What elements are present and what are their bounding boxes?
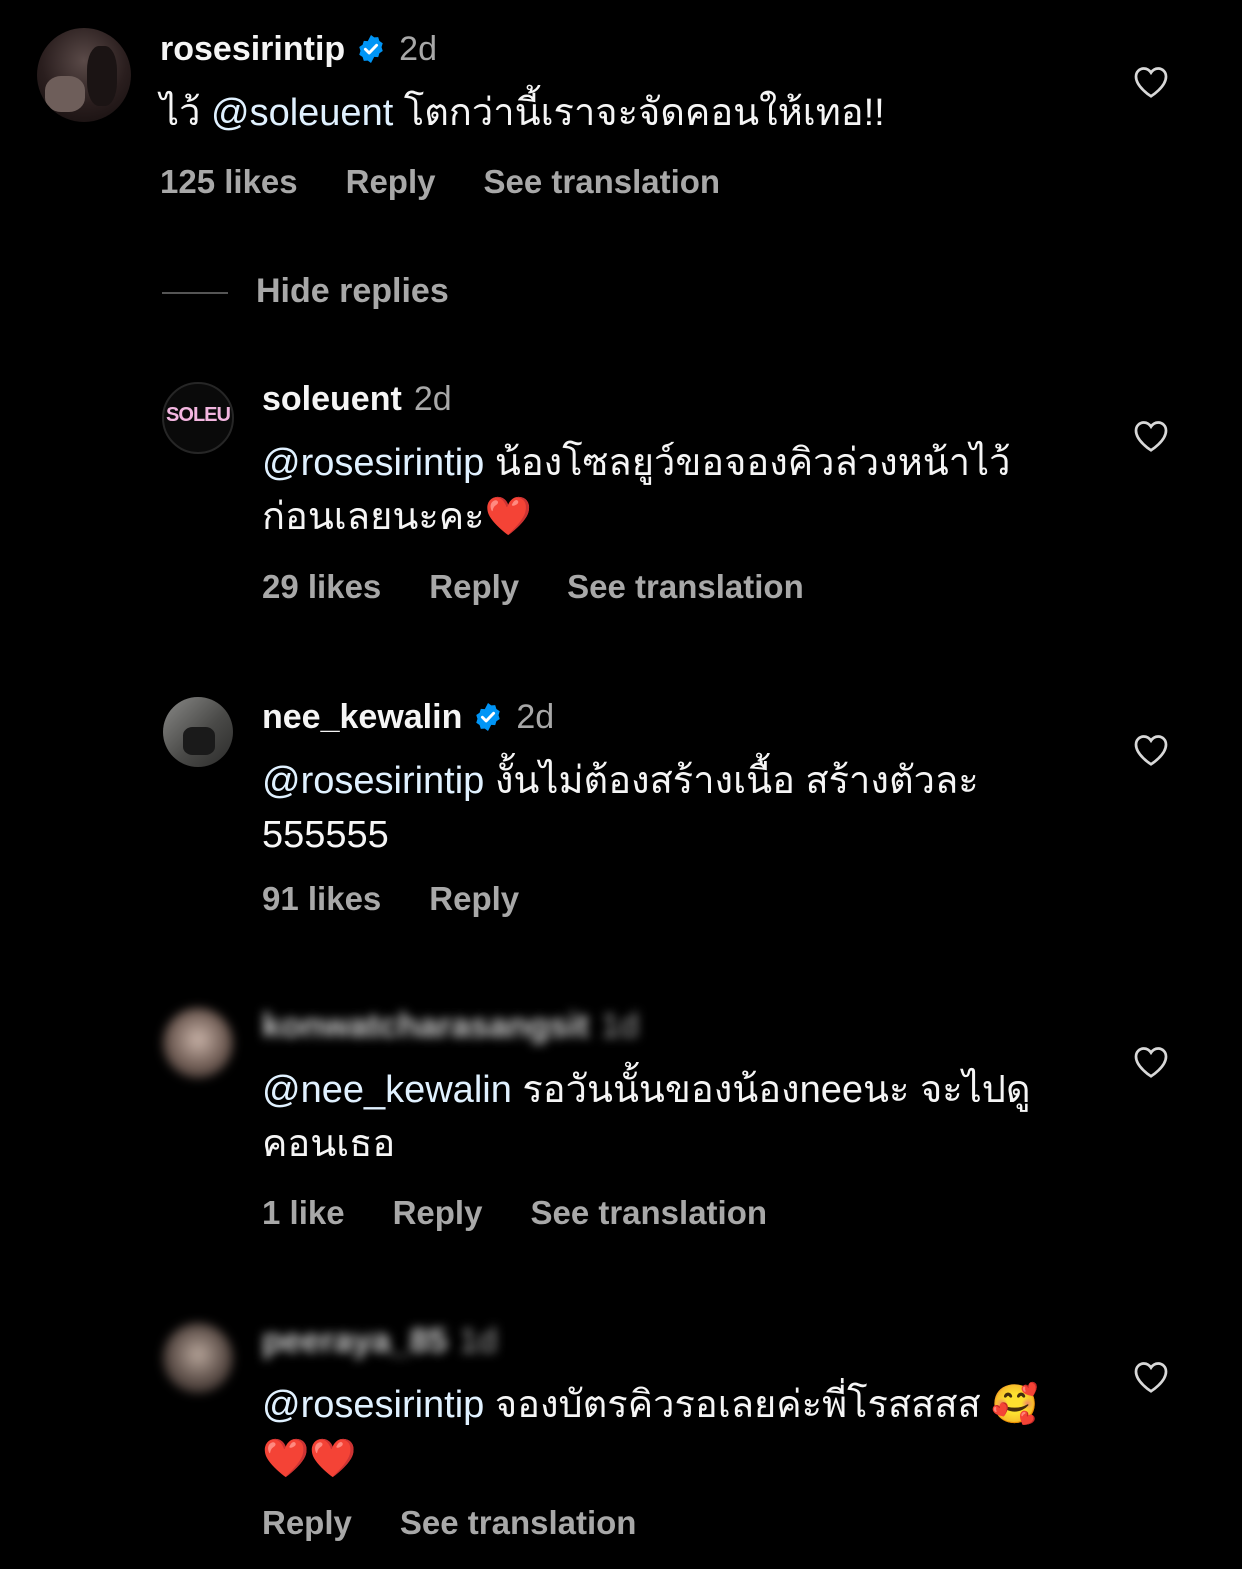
comment-text: @rosesirintip จองบัตรคิวรอเลยค่ะพี่โรสสส… bbox=[262, 1378, 1082, 1486]
comment-username-line: nee_kewalin 2d bbox=[262, 698, 554, 737]
comment-actions: 1 like Reply See translation bbox=[262, 1194, 815, 1232]
comment-time: 1d bbox=[459, 1322, 498, 1360]
mention-link[interactable]: @rosesirintip bbox=[262, 1384, 484, 1426]
comment-actions: 29 likes Reply See translation bbox=[262, 568, 852, 606]
comment-text: ไว้ @soleuent โตกว่านี้เราจะจัดคอนให้เทอ… bbox=[160, 86, 1110, 140]
heart-outline-icon[interactable] bbox=[1133, 419, 1169, 453]
comment-text-prefix: ไว้ bbox=[160, 92, 212, 134]
heart-outline-icon[interactable] bbox=[1133, 1360, 1169, 1394]
username[interactable]: peeraya_85 bbox=[262, 1322, 447, 1360]
see-translation-button[interactable]: See translation bbox=[400, 1504, 637, 1541]
see-translation-button[interactable]: See translation bbox=[484, 163, 721, 200]
avatar-nee-kewalin[interactable] bbox=[163, 697, 233, 767]
comment-username-line: konwatcharasangsit 1d bbox=[262, 1007, 639, 1046]
mention-link[interactable]: @soleuent bbox=[211, 92, 393, 134]
reply-button[interactable]: Reply bbox=[393, 1194, 483, 1231]
comment-username-line: soleuent 2d bbox=[262, 380, 452, 419]
comment-text: @rosesirintip งั้นไม่ต้องสร้างเนื้อ สร้า… bbox=[262, 754, 1062, 862]
verified-badge-icon bbox=[359, 35, 383, 63]
comment-username-line: peeraya_85 1d bbox=[262, 1322, 497, 1361]
username[interactable]: nee_kewalin bbox=[262, 698, 462, 736]
soleu-logo: SOLEU bbox=[166, 404, 231, 426]
avatar-blurred-user-1[interactable] bbox=[163, 1008, 233, 1078]
avatar-photo-figure bbox=[183, 727, 215, 755]
avatar-rosesirintip[interactable] bbox=[37, 28, 131, 122]
comment-username-line: rosesirintip 2d bbox=[160, 30, 437, 69]
username[interactable]: rosesirintip bbox=[160, 30, 345, 68]
reply-button[interactable]: Reply bbox=[429, 880, 519, 917]
comment-text: @rosesirintip น้องโซลยูว์ขอจองคิวล่วงหน้… bbox=[262, 436, 1082, 544]
likes-count[interactable]: 125 likes bbox=[160, 163, 298, 200]
reply-button[interactable]: Reply bbox=[346, 163, 436, 200]
comment-text: @nee_kewalin รอวันนั้นของน้องneeนะ จะไปด… bbox=[262, 1063, 1102, 1171]
hide-replies-button[interactable]: Hide replies bbox=[256, 272, 449, 311]
heart-outline-icon[interactable] bbox=[1133, 1045, 1169, 1079]
mention-link[interactable]: @rosesirintip bbox=[262, 760, 484, 802]
mention-link[interactable]: @rosesirintip bbox=[262, 442, 484, 484]
comment-body: โตกว่านี้เราจะจัดคอนให้เทอ!! bbox=[393, 92, 885, 134]
mention-link[interactable]: @nee_kewalin bbox=[262, 1069, 512, 1111]
comment-actions: 91 likes Reply bbox=[262, 880, 567, 918]
heart-outline-icon[interactable] bbox=[1133, 733, 1169, 767]
comment-actions: Reply See translation bbox=[262, 1504, 684, 1542]
comment-time: 1d bbox=[600, 1007, 639, 1045]
likes-count[interactable]: 29 likes bbox=[262, 568, 381, 605]
see-translation-button[interactable]: See translation bbox=[530, 1194, 767, 1231]
comment-time: 2d bbox=[399, 30, 437, 68]
avatar-photo-detail bbox=[45, 76, 85, 112]
avatar-blurred-user-2[interactable] bbox=[163, 1323, 233, 1393]
verified-badge-icon bbox=[476, 703, 501, 731]
username[interactable]: soleuent bbox=[262, 380, 402, 418]
heart-outline-icon[interactable] bbox=[1133, 65, 1169, 99]
comment-time: 2d bbox=[516, 698, 555, 736]
hide-replies-divider bbox=[162, 292, 228, 294]
avatar-photo-figure bbox=[87, 46, 117, 106]
comment-time: 2d bbox=[413, 380, 452, 418]
comment-actions: 125 likes Reply See translation bbox=[160, 163, 768, 201]
likes-count[interactable]: 1 like bbox=[262, 1194, 345, 1231]
likes-count[interactable]: 91 likes bbox=[262, 880, 381, 917]
see-translation-button[interactable]: See translation bbox=[567, 568, 804, 605]
username[interactable]: konwatcharasangsit bbox=[262, 1007, 589, 1045]
reply-button[interactable]: Reply bbox=[429, 568, 519, 605]
reply-button[interactable]: Reply bbox=[262, 1504, 352, 1541]
avatar-soleuent[interactable]: SOLEU bbox=[162, 382, 234, 454]
